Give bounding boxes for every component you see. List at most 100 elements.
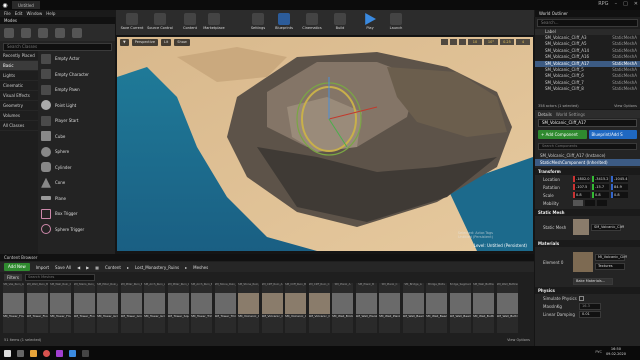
play-button[interactable]: Play [356, 13, 384, 30]
paint-mode-icon[interactable] [21, 27, 31, 38]
geometry-mode-icon[interactable] [72, 27, 82, 38]
bake-materials-button[interactable]: Bake Materials... [573, 277, 613, 285]
maximize-button[interactable]: □ [623, 1, 628, 7]
breadcrumb-meshes[interactable]: Meshes [193, 265, 208, 270]
asset-tile[interactable]: SM_Arch_Ruin_ASM_Tower_Ground_B [144, 283, 165, 333]
world-outliner-tab[interactable]: World Outliner [535, 10, 640, 17]
asset-tile[interactable]: SM_Cliff_Ruin_CSM_Volcanic_Cliff_D [308, 283, 330, 333]
place-item[interactable]: Empty Actor [38, 51, 115, 67]
category-recently-placed[interactable]: Recently Placed [0, 51, 38, 61]
blueprint-add-script-button[interactable]: Blueprint/Add S [588, 130, 637, 139]
settings-button[interactable]: Settings [244, 13, 272, 30]
outliner-label-column[interactable]: Label [545, 29, 556, 34]
asset-tile[interactable]: SM_Pillar_Ruin_CSM_Tower_Square_A [167, 283, 189, 333]
material-option-dropdown[interactable]: Textures [595, 263, 625, 270]
material-dropdown[interactable]: MI_Volcanic_Cliff [595, 254, 627, 261]
mobility-static-toggle[interactable] [573, 200, 583, 206]
place-item[interactable]: Sphere Trigger [38, 222, 115, 238]
place-item[interactable]: Empty Character [38, 67, 115, 83]
place-item[interactable]: Point Light [38, 98, 115, 114]
minimize-button[interactable]: – [615, 1, 618, 7]
landscape-mode-icon[interactable] [38, 27, 48, 38]
build-button[interactable]: Build [326, 13, 354, 30]
rotation-snap-value[interactable]: 10° [484, 39, 498, 45]
scale-z-field[interactable]: 0.8 [611, 192, 628, 198]
asset-tile[interactable]: SM_Plank_CSM_Wall_Plank_B [379, 283, 400, 333]
save-current-button[interactable]: Save Current [118, 13, 146, 30]
scale-x-field[interactable]: 0.8 [573, 192, 590, 198]
place-item[interactable]: Cube [38, 129, 115, 145]
place-item[interactable]: Sphere [38, 144, 115, 160]
asset-tile[interactable]: SM_Cliff_Ruin_BSM_Volcanic_Cliff_C [285, 283, 306, 333]
search-classes-input[interactable]: Search Classes [3, 43, 112, 51]
place-item[interactable]: Player Start [38, 113, 115, 129]
mesh-thumbnail[interactable] [573, 219, 589, 235]
world-settings-tab[interactable]: World Settings [556, 112, 585, 117]
transform-section-header[interactable]: Transform [535, 168, 640, 175]
show-button[interactable]: Show [174, 38, 190, 46]
outliner-row[interactable]: SM_Volcanic_Cliff_8 StaticMeshA [535, 86, 640, 92]
asset-tile[interactable]: SM_Stone_Ruin_BSM_Volcanic_Cliff_A [238, 283, 259, 333]
asset-tile[interactable]: SM_Wall_Buttress_ASM_Wall_Buttress_A [473, 283, 494, 333]
static-mesh-section-header[interactable]: Static Mesh [535, 209, 640, 216]
asset-tile[interactable]: SM_Arch_Ruin_BSM_Tower_Trim_A [191, 283, 212, 333]
component-search-input[interactable]: Search Components [538, 143, 637, 150]
mobility-movable-toggle[interactable] [597, 200, 607, 206]
nav-forward-icon[interactable]: ▶ [86, 265, 89, 270]
linear-damping-field[interactable]: 0.01 [579, 310, 601, 318]
outliner-view-options[interactable]: View Options [614, 104, 637, 108]
marketplace-button[interactable]: Marketplace [200, 13, 228, 30]
asset-tile[interactable]: SM_Vas_Ruin_ASM_Tower_Floor_A [3, 283, 24, 333]
rotation-z-field[interactable]: 84.9 [611, 184, 628, 190]
browser-icon[interactable] [43, 349, 50, 357]
category-lights[interactable]: Lights [0, 71, 38, 81]
mobility-stationary-toggle[interactable] [585, 200, 595, 206]
lit-button[interactable]: Lit [160, 38, 172, 46]
place-mode-icon[interactable] [4, 27, 14, 38]
cinematics-button[interactable]: Cinematics [298, 13, 326, 30]
blueprints-button[interactable]: Blueprints [270, 13, 298, 30]
add-new-button[interactable]: Add New [4, 263, 30, 271]
add-component-button[interactable]: + Add Component [538, 130, 587, 139]
asset-tile[interactable]: SM_Cliff_Ruin_ASM_Volcanic_Cliff_B [261, 283, 283, 333]
asset-tile[interactable]: SM_Plank_BSM_Wall_Plank_A [355, 283, 377, 333]
rotate-tool-icon[interactable] [450, 39, 457, 45]
location-x-field[interactable]: -1802.0 [573, 176, 590, 182]
filters-button[interactable]: Filters [4, 273, 22, 281]
cb-view-options[interactable]: View Options [507, 338, 530, 342]
place-item[interactable]: Plane [38, 191, 115, 207]
place-item[interactable]: Cylinder [38, 160, 115, 176]
foliage-mode-icon[interactable] [55, 27, 65, 38]
unreal-engine-taskbar-icon[interactable] [82, 349, 89, 357]
component-root[interactable]: SM_Volcanic_Cliff_A17 (Instance) [535, 152, 640, 159]
asset-tile[interactable]: SM_Wall_Buttress_BSM_Wall_Buttress_B [496, 283, 518, 333]
perspective-button[interactable]: Perspective [131, 38, 158, 46]
asset-tile[interactable]: SM_Wall_Ruin_CSM_Tower_Floor_B [50, 283, 71, 333]
category-geometry[interactable]: Geometry [0, 101, 38, 111]
asset-tile[interactable]: Bridge_BoltsSM_Wall_Beam_B [426, 283, 447, 333]
launch-button[interactable]: Launch [382, 13, 410, 30]
asset-tile[interactable]: SM_Wall_Ruin_BSM_Tower_Floor_AB [26, 283, 48, 333]
asset-tile[interactable]: SM_Plank_ASM_Wall_Brick_A [332, 283, 353, 333]
physics-section-header[interactable]: Physics [535, 287, 640, 294]
translate-tool-icon[interactable] [441, 39, 448, 45]
place-item[interactable]: Box Trigger [38, 206, 115, 222]
component-static-mesh[interactable]: StaticMeshComponent (Inherited) [535, 159, 640, 166]
menu-help[interactable]: Help [46, 11, 55, 16]
asset-tile[interactable]: SM_Stairs_Ruin_ASM_Tower_Floor_C [73, 283, 95, 333]
scale-snap-value[interactable]: 0.25 [500, 39, 514, 45]
viewport-options-button[interactable]: ▼ [120, 38, 129, 46]
explorer-icon[interactable] [30, 349, 37, 357]
source-control-button[interactable]: Source Control [146, 13, 174, 30]
rotation-y-field[interactable]: -15.7 [592, 184, 609, 190]
category-basic[interactable]: Basic [0, 61, 38, 71]
nav-back-icon[interactable]: ◀ [77, 265, 80, 270]
camera-speed-value[interactable]: 4 [516, 39, 530, 45]
details-tab[interactable]: Details [538, 112, 552, 117]
asset-tile[interactable]: SM_Pillar_Ruin_BSM_Tower_Ground_Floor [120, 283, 142, 333]
category-volumes[interactable]: Volumes [0, 111, 38, 121]
simulate-physics-checkbox[interactable] [579, 295, 584, 301]
level-tab[interactable]: Untitled [12, 1, 40, 9]
asset-tile[interactable]: SM_Stone_Ruin_ASM_Tower_Trim_AB [214, 283, 236, 333]
asset-tile[interactable]: SM_Pillar_Ruin_ASM_Tower_Ground_A [97, 283, 118, 333]
